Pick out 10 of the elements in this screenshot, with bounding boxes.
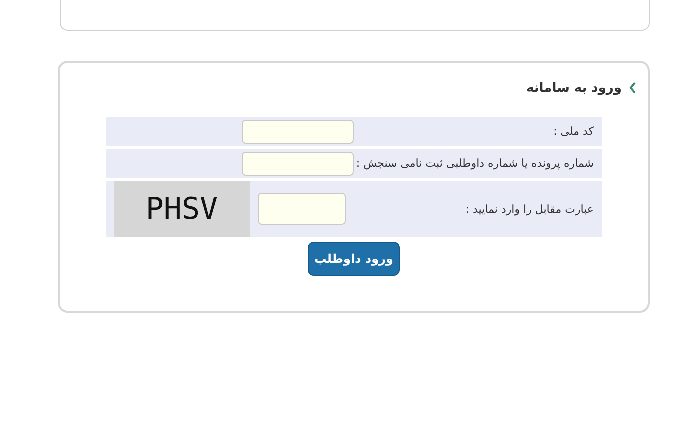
field-label: عبارت مقابل را وارد نمایید : <box>464 202 594 216</box>
input-field[interactable] <box>242 120 354 144</box>
field-label: شماره پرونده یا شماره داوطلبی ثبت نامی سنجش : <box>355 157 594 170</box>
panel-title: ورود به سامانه <box>526 80 622 96</box>
captcha-image: PHSV <box>114 181 250 237</box>
input-field[interactable] <box>258 193 346 225</box>
submit-button[interactable]: ورود داوطلب <box>308 242 400 276</box>
chevron-icon <box>628 81 638 95</box>
input-field[interactable] <box>242 152 354 176</box>
field-label: کد ملی : <box>552 125 594 138</box>
